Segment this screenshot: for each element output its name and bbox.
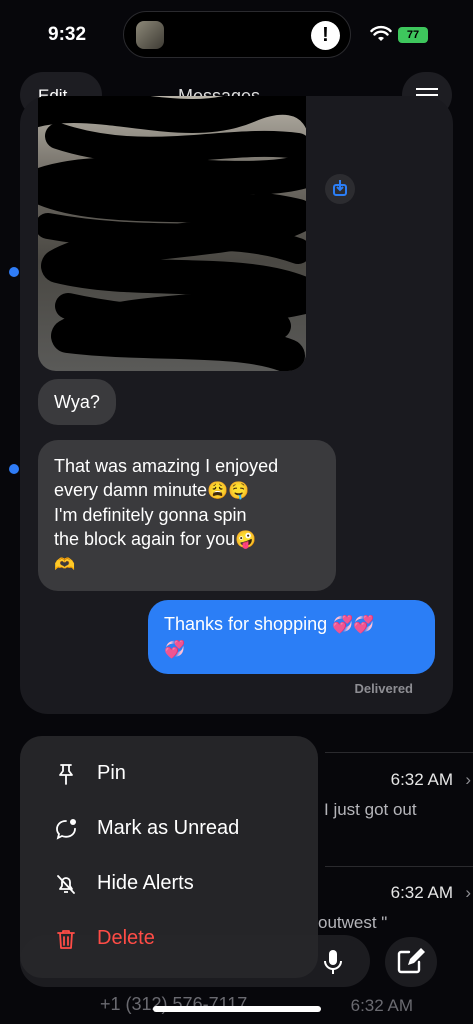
- message-text: Wya?: [54, 392, 100, 412]
- message-text: I'm definitely gonna spin: [54, 505, 247, 525]
- menu-item-mark-unread[interactable]: Mark as Unread: [20, 801, 318, 856]
- compose-icon: [397, 948, 425, 974]
- bell-slash-icon: [57, 875, 75, 894]
- message-photo[interactable]: [38, 96, 306, 371]
- row-snippet: I just got out: [324, 800, 417, 819]
- message-text: Thanks for shopping: [164, 614, 328, 634]
- menu-item-delete[interactable]: Delete: [20, 911, 318, 966]
- chevron-right-icon: ›: [465, 883, 471, 902]
- emoji: 😩: [207, 481, 229, 500]
- island-avatar: [136, 21, 164, 49]
- trash-icon: [57, 930, 75, 949]
- chevron-right-icon: ›: [465, 770, 471, 789]
- menu-item-pin[interactable]: Pin: [20, 746, 318, 801]
- download-icon: [333, 180, 347, 196]
- row-time: 6:32 AM: [390, 883, 453, 902]
- menu-item-label: Pin: [97, 762, 126, 784]
- unread-indicator: [9, 267, 19, 277]
- message-text: every damn minute: [54, 480, 208, 500]
- message-bubble-incoming[interactable]: That was amazing I enjoyed every damn mi…: [38, 440, 336, 591]
- delivery-status: Delivered: [354, 681, 413, 696]
- row-snippet: outwest ": [318, 913, 388, 932]
- emoji: 💞: [164, 640, 186, 659]
- menu-item-label: Mark as Unread: [97, 817, 240, 839]
- compose-button[interactable]: [385, 937, 437, 987]
- message-text: the block again for you: [54, 529, 236, 549]
- save-photo-button[interactable]: [325, 174, 355, 204]
- emoji: 💞: [332, 615, 354, 634]
- unread-indicator: [9, 464, 19, 474]
- row-time: 6:32 AM: [350, 996, 413, 1015]
- menu-item-label: Delete: [97, 927, 155, 949]
- alert-icon: !: [311, 21, 340, 50]
- message-text: That was amazing I enjoyed: [54, 456, 279, 476]
- redaction-scribble: [38, 96, 306, 371]
- conversation-row[interactable]: 6:32 AM › I just got out: [324, 768, 473, 828]
- context-menu: Pin Mark as Unread Hide Alerts Delete: [20, 736, 318, 978]
- conversation-row[interactable]: 6:32 AM › outwest ": [318, 881, 473, 941]
- emoji: 🫶: [54, 555, 76, 574]
- message-bubble-outgoing[interactable]: Thanks for shopping 💞💞 💞: [148, 600, 435, 674]
- row-divider: [325, 866, 473, 867]
- pin-icon: [59, 764, 73, 785]
- battery-indicator: 77: [398, 27, 428, 43]
- menu-item-label: Hide Alerts: [97, 872, 194, 894]
- mark-unread-icon: [56, 819, 76, 840]
- home-indicator[interactable]: [153, 1006, 321, 1012]
- emoji: 🤤: [228, 481, 250, 500]
- dynamic-island[interactable]: !: [123, 11, 351, 58]
- row-divider: [325, 752, 473, 753]
- wifi-icon: [370, 25, 392, 41]
- row-time: 6:32 AM: [390, 770, 453, 789]
- status-time: 9:32: [48, 24, 87, 45]
- emoji: 💞: [353, 615, 375, 634]
- emoji: 🤪: [235, 530, 257, 549]
- menu-item-hide-alerts[interactable]: Hide Alerts: [20, 856, 318, 911]
- message-bubble-incoming[interactable]: Wya?: [38, 379, 116, 425]
- conversation-preview[interactable]: Wya? That was amazing I enjoyed every da…: [20, 96, 453, 714]
